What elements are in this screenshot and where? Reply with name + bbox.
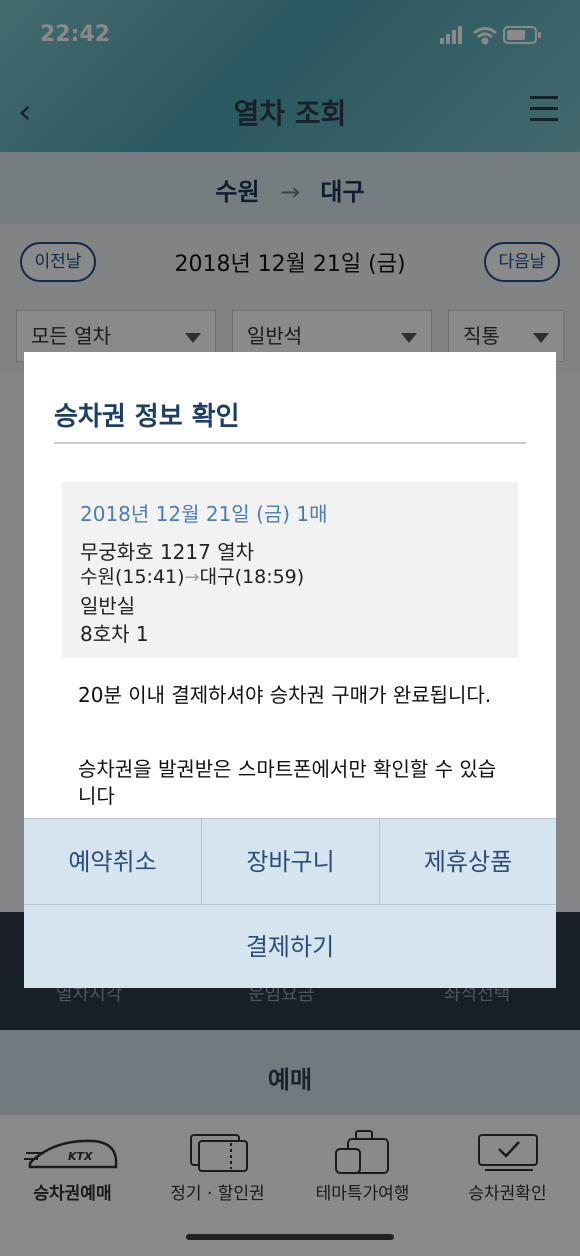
ticket-route: 수원(15:41)→대구(18:59) — [80, 562, 304, 589]
modal-button-row: 예약취소 장바구니 제휴상품 — [24, 818, 556, 905]
train-name: 무궁화호 1217 열차 — [80, 540, 255, 564]
pay-button[interactable]: 결제하기 — [24, 904, 556, 988]
ticket-info-box: 2018년 12월 21일 (금) 1매 무궁화호 1217 열차 수원(15:… — [62, 482, 518, 658]
partner-products-button[interactable]: 제휴상품 — [380, 819, 556, 905]
title-divider — [54, 442, 526, 444]
payment-notice: 20분 이내 결제하셔야 승차권 구매가 완료됩니다. — [78, 683, 492, 707]
arrow-right-icon: → — [184, 567, 200, 588]
ticket-date: 2018년 12월 21일 (금) 1매 — [80, 502, 328, 526]
arrival: 대구(18:59) — [199, 566, 305, 588]
modal-title: 승차권 정보 확인 — [54, 402, 240, 432]
device-notice: 승차권을 발권받은 스마트폰에서만 확인할 수 있습니다 — [78, 757, 497, 808]
seat-number: 8호차 1 — [80, 622, 149, 646]
departure: 수원(15:41) — [80, 566, 185, 588]
car-class: 일반실 — [80, 594, 136, 618]
ticket-confirm-modal: 승차권 정보 확인 2018년 12월 21일 (금) 1매 무궁화호 1217… — [24, 352, 556, 988]
home-indicator — [186, 1234, 394, 1240]
cancel-reservation-button[interactable]: 예약취소 — [24, 819, 201, 905]
cart-button[interactable]: 장바구니 — [202, 819, 379, 905]
